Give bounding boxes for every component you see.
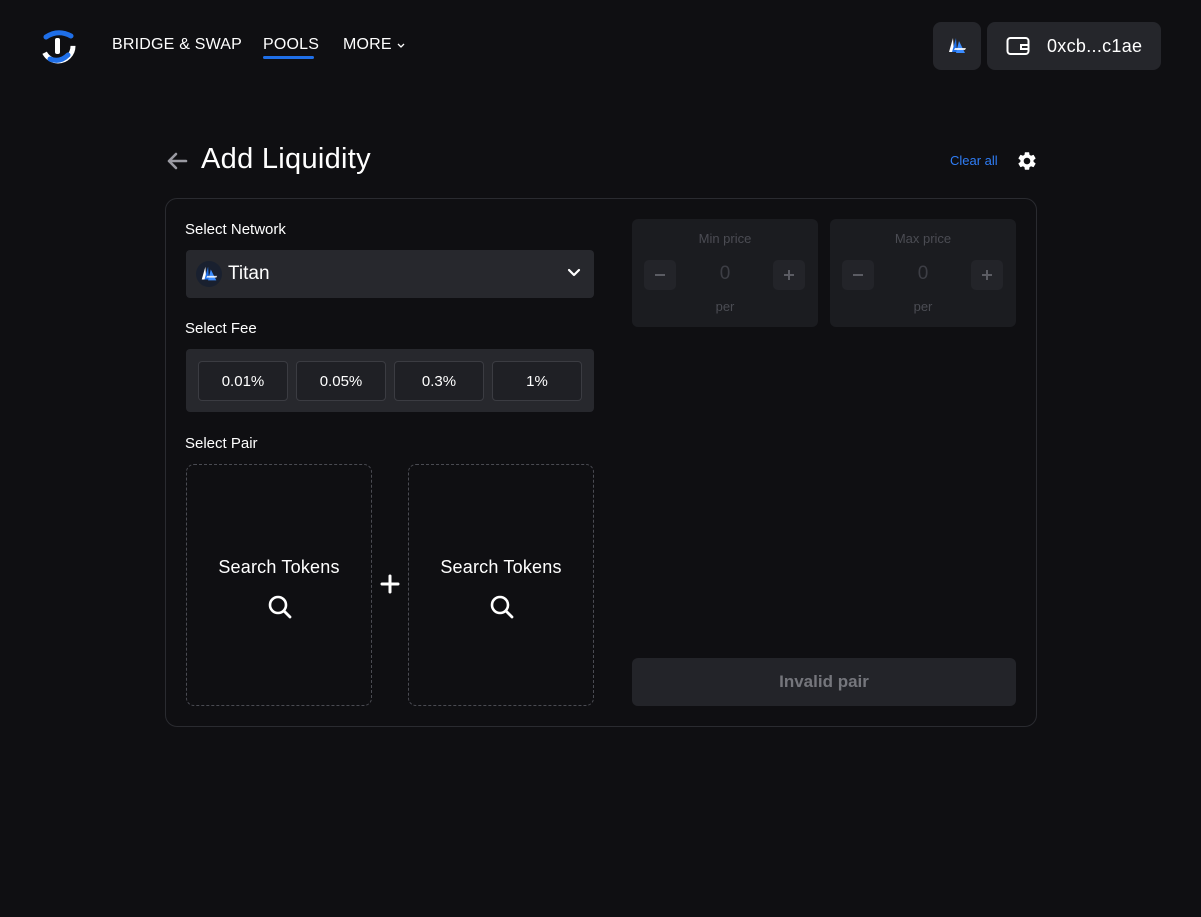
min-price-box: Min price 0 per [632,219,818,327]
plus-icon [784,270,794,280]
wallet-address: 0xcb...c1ae [1047,36,1143,56]
select-fee-label: Select Fee [185,320,257,337]
network-switch-button[interactable] [933,22,981,70]
page-title: Add Liquidity [201,143,371,175]
min-price-title: Min price [698,231,752,246]
min-price-increment-button[interactable] [773,260,805,290]
nav-pools[interactable]: POOLS [263,36,319,54]
nav-more-label: MORE [343,36,392,53]
chevron-down-icon [397,43,405,48]
submit-button[interactable]: Invalid pair [632,658,1016,706]
plus-icon [982,270,992,280]
fee-option-1[interactable]: 1% [492,361,582,401]
titan-network-icon [196,261,222,287]
fee-option-0.3[interactable]: 0.3% [394,361,484,401]
wallet-icon [1006,37,1030,55]
nav-bridge-swap[interactable]: BRIDGE & SWAP [112,36,242,54]
back-arrow-icon[interactable] [165,150,189,172]
fee-option-0.01[interactable]: 0.01% [198,361,288,401]
network-select[interactable]: Titan [186,250,594,298]
token-a-selector[interactable]: Search Tokens [186,464,372,706]
gear-icon[interactable] [1016,150,1038,172]
nav-more-menu[interactable]: MORE [343,36,406,54]
select-pair-label: Select Pair [185,435,258,452]
plus-icon [380,574,400,594]
titan-network-icon [949,38,966,53]
clear-all-link[interactable]: Clear all [950,153,998,168]
max-price-per: per [913,299,933,314]
token-a-label: Search Tokens [218,557,340,577]
max-price-title: Max price [894,231,952,246]
search-icon [490,595,514,619]
max-price-increment-button[interactable] [971,260,1003,290]
min-price-per: per [715,299,735,314]
max-price-box: Max price 0 per [830,219,1016,327]
nav-active-indicator [263,56,314,59]
selected-network: Titan [228,263,270,284]
fee-option-0.05[interactable]: 0.05% [296,361,386,401]
token-b-label: Search Tokens [440,557,562,577]
search-icon [268,595,292,619]
chevron-down-icon [567,268,581,277]
wallet-button[interactable]: 0xcb...c1ae [987,22,1161,70]
token-b-selector[interactable]: Search Tokens [408,464,594,706]
fee-options: 0.01% 0.05% 0.3% 1% [186,349,594,412]
select-network-label: Select Network [185,221,286,238]
top-header: BRIDGE & SWAP POOLS MORE 0xcb...c1ae [0,0,1201,92]
app-logo-icon[interactable] [38,27,78,65]
